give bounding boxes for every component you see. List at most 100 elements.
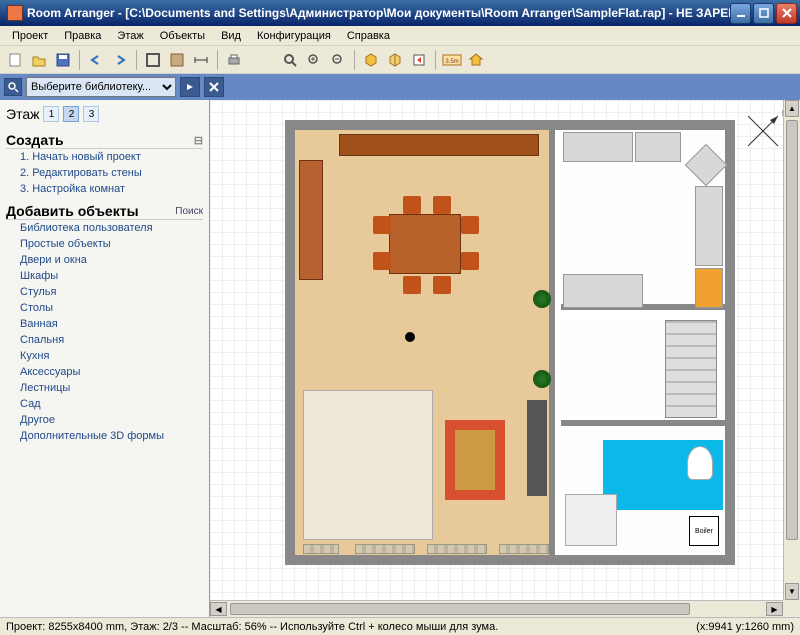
save-button[interactable]	[52, 49, 74, 71]
chair-4[interactable]	[461, 252, 479, 270]
boiler[interactable]: Boiler	[689, 516, 719, 546]
menu-project[interactable]: Проект	[4, 28, 56, 44]
library-select[interactable]: Выберите библиотеку...	[26, 77, 176, 97]
maximize-button[interactable]	[753, 3, 774, 24]
menu-edit[interactable]: Правка	[56, 28, 109, 44]
chair-2[interactable]	[373, 252, 391, 270]
floor-lamp[interactable]	[405, 332, 415, 342]
shower[interactable]	[565, 494, 617, 546]
create-title: Создать	[6, 132, 64, 148]
export-button[interactable]	[408, 49, 430, 71]
h-scroll-thumb[interactable]	[230, 603, 690, 615]
island[interactable]	[563, 274, 643, 308]
scroll-down-icon[interactable]: ▼	[785, 583, 799, 600]
cat-garden[interactable]: Сад	[6, 396, 203, 412]
open-button[interactable]	[28, 49, 50, 71]
scroll-right-icon[interactable]: ▶	[766, 602, 783, 616]
menu-view[interactable]: Вид	[213, 28, 249, 44]
toolbar: 3.5m	[0, 46, 800, 74]
floor-1-button[interactable]: 1	[43, 106, 59, 122]
library-go-button[interactable]	[180, 77, 200, 97]
cat-chairs[interactable]: Стулья	[6, 284, 203, 300]
home-button[interactable]	[465, 49, 487, 71]
horizontal-scrollbar[interactable]: ◀ ▶	[210, 600, 783, 617]
view3d-alt-button[interactable]	[384, 49, 406, 71]
create-item-rooms[interactable]: 3. Настройка комнат	[6, 181, 203, 197]
status-left: Проект: 8255x8400 mm, Этаж: 2/3 -- Масшт…	[6, 621, 498, 633]
plant-2[interactable]	[533, 370, 551, 388]
new-button[interactable]	[4, 49, 26, 71]
rug-1[interactable]	[303, 544, 339, 554]
counter-2[interactable]	[635, 132, 681, 162]
cat-tables[interactable]: Столы	[6, 300, 203, 316]
stairs[interactable]	[665, 320, 717, 418]
cat-simple[interactable]: Простые объекты	[6, 236, 203, 252]
menu-config[interactable]: Конфигурация	[249, 28, 339, 44]
cat-doors-windows[interactable]: Двери и окна	[6, 252, 203, 268]
floor-3-button[interactable]: 3	[83, 106, 99, 122]
print-button[interactable]	[223, 49, 245, 71]
dimensions-button[interactable]	[190, 49, 212, 71]
view3d-button[interactable]	[360, 49, 382, 71]
canvas[interactable]: Boiler N ▲ ▼ ◀ ▶	[210, 100, 800, 617]
chair-5[interactable]	[403, 196, 421, 214]
vertical-scrollbar[interactable]: ▲ ▼	[783, 100, 800, 600]
cat-stairs[interactable]: Лестницы	[6, 380, 203, 396]
cat-accessories[interactable]: Аксессуары	[6, 364, 203, 380]
zoom-button[interactable]	[279, 49, 301, 71]
undo-button[interactable]	[85, 49, 107, 71]
chair-8[interactable]	[433, 276, 451, 294]
scroll-left-icon[interactable]: ◀	[210, 602, 227, 616]
v-scroll-thumb[interactable]	[786, 120, 798, 540]
svg-text:3.5m: 3.5m	[445, 59, 458, 65]
counter-1[interactable]	[563, 132, 633, 162]
rooms-button[interactable]	[166, 49, 188, 71]
cat-3d-shapes[interactable]: Дополнительные 3D формы	[6, 428, 203, 444]
rug-4[interactable]	[499, 544, 549, 554]
create-section-head: Создать ⊟	[6, 132, 203, 149]
sofa[interactable]	[303, 390, 433, 540]
cat-cabinets[interactable]: Шкафы	[6, 268, 203, 284]
redo-button[interactable]	[109, 49, 131, 71]
tv-unit[interactable]	[527, 400, 547, 496]
scroll-up-icon[interactable]: ▲	[785, 100, 799, 117]
rug-2[interactable]	[355, 544, 415, 554]
minimize-button[interactable]	[730, 3, 751, 24]
cat-bedroom[interactable]: Спальня	[6, 332, 203, 348]
zoom-in-button[interactable]	[303, 49, 325, 71]
measure-button[interactable]: 3.5m	[441, 49, 463, 71]
menu-help[interactable]: Справка	[339, 28, 398, 44]
add-objects-head: Добавить объекты Поиск	[6, 203, 203, 220]
rug-3[interactable]	[427, 544, 487, 554]
chair-1[interactable]	[373, 216, 391, 234]
close-button[interactable]	[776, 3, 797, 24]
app-icon	[7, 5, 23, 21]
add-search-link[interactable]: Поиск	[175, 206, 203, 217]
side-cabinet[interactable]	[299, 160, 323, 280]
window-title: Room Arranger - [C:\Documents and Settin…	[27, 6, 730, 20]
menu-floor[interactable]: Этаж	[109, 28, 151, 44]
collapse-icon[interactable]: ⊟	[194, 134, 203, 147]
plant-1[interactable]	[533, 290, 551, 308]
toilet[interactable]	[687, 446, 713, 480]
top-cabinet[interactable]	[339, 134, 539, 156]
coffee-table[interactable]	[445, 420, 505, 500]
counter-4[interactable]	[695, 268, 723, 308]
menu-objects[interactable]: Объекты	[152, 28, 213, 44]
cat-kitchen[interactable]: Кухня	[6, 348, 203, 364]
floor-2-button[interactable]: 2	[63, 106, 79, 122]
zoom-out-button[interactable]	[327, 49, 349, 71]
chair-7[interactable]	[403, 276, 421, 294]
create-item-new[interactable]: 1. Начать новый проект	[6, 149, 203, 165]
floorplan[interactable]: Boiler	[285, 120, 735, 565]
library-close-button[interactable]	[204, 77, 224, 97]
dining-table[interactable]	[389, 214, 461, 274]
chair-3[interactable]	[461, 216, 479, 234]
cat-bathroom[interactable]: Ванная	[6, 316, 203, 332]
cat-other[interactable]: Другое	[6, 412, 203, 428]
chair-6[interactable]	[433, 196, 451, 214]
create-item-walls[interactable]: 2. Редактировать стены	[6, 165, 203, 181]
walls-button[interactable]	[142, 49, 164, 71]
cat-user-library[interactable]: Библиотека пользователя	[6, 220, 203, 236]
counter-3[interactable]	[695, 186, 723, 266]
